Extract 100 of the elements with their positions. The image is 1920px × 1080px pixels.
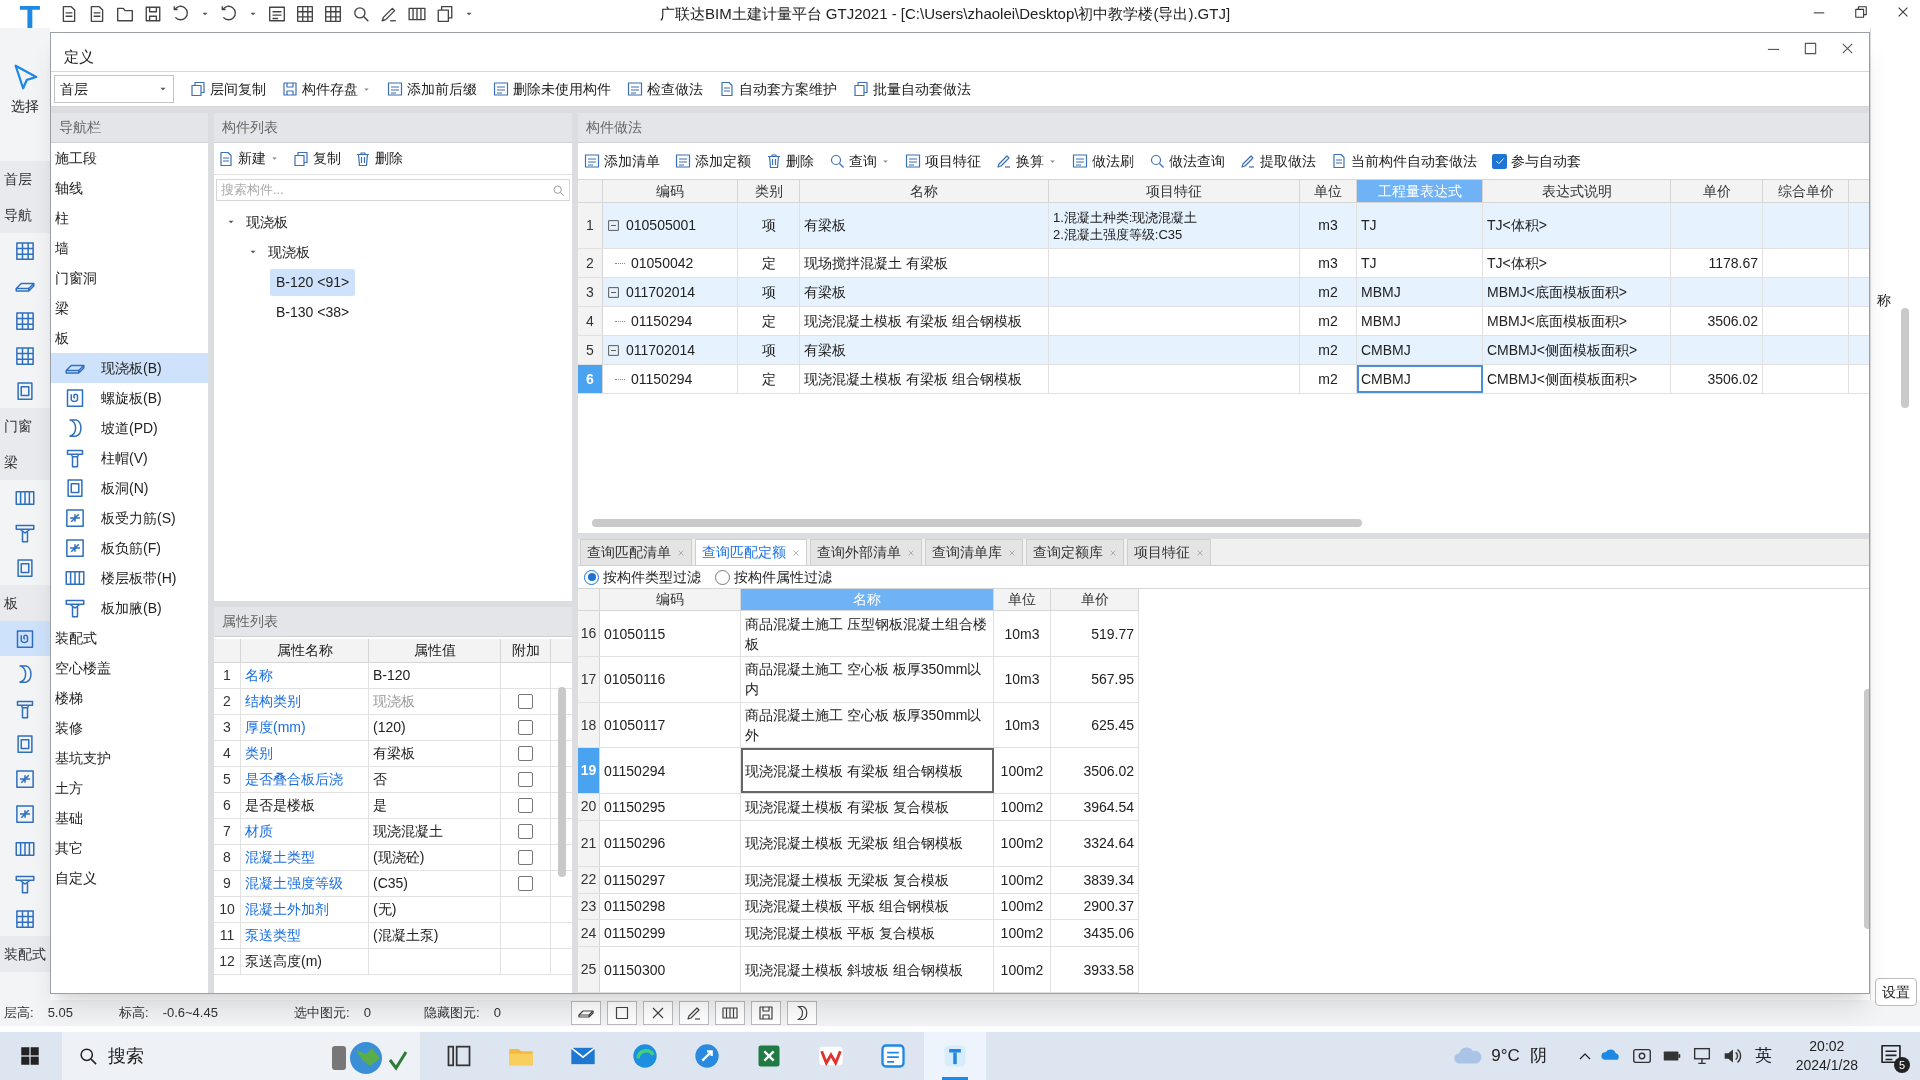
toolbar-button[interactable] [751, 1001, 781, 1025]
tab[interactable]: 查询匹配定额 [695, 539, 807, 565]
row-number[interactable]: 21 [578, 820, 600, 866]
table-row[interactable]: 1 010505001 项 有梁板 1.混凝土种类:现浇混凝土 2.混凝土强度等级:C35 m3 TJ TJ<体积> [578, 203, 1869, 249]
collapse-icon[interactable] [607, 343, 620, 357]
search-field[interactable]: 搜索 [62, 1032, 420, 1080]
table-cell[interactable]: CMBMJ [1357, 365, 1483, 393]
checkbox[interactable] [518, 798, 533, 813]
component-icon[interactable] [15, 522, 35, 543]
column-header[interactable]: 单价 [1671, 180, 1763, 202]
tree-item[interactable]: 现浇板 [240, 208, 294, 236]
toolbar-button[interactable] [787, 1001, 817, 1025]
toolbar-button[interactable] [679, 1001, 709, 1025]
table-row[interactable]: 6 01150294 定 现浇混凝土模板 有梁板 组合钢模板 m2 CMBMJ CMBMJ<侧面模板面积> 3506.02 [578, 365, 1869, 394]
checkbox[interactable] [518, 850, 533, 865]
toolbar-icon[interactable] [436, 5, 454, 23]
row-number[interactable]: 3 [578, 278, 603, 306]
row-number[interactable]: 25 [578, 947, 600, 992]
component-icon[interactable] [15, 803, 35, 824]
toolbar-icon[interactable] [116, 5, 134, 23]
column-header[interactable]: 类别 [738, 180, 800, 202]
tree-item[interactable]: B-120 <91> [270, 268, 356, 296]
checkbox[interactable] [1492, 153, 1507, 169]
row-number[interactable]: 24 [578, 920, 600, 947]
toolbar-button[interactable]: 层间复制 [190, 78, 266, 100]
tab[interactable]: 查询清单库 [925, 539, 1023, 565]
toolbar-button[interactable]: 添加清单 [584, 150, 660, 172]
row-number[interactable]: 20 [578, 794, 600, 820]
nav-item[interactable]: 施工段 [51, 143, 208, 173]
table-row[interactable]: 3 011702014 项 有梁板 m2 MBMJ MBMJ<底面模板面积> [578, 278, 1869, 307]
toolbar-button[interactable]: 提取做法 [1240, 150, 1316, 172]
toolbar-icon[interactable] [324, 5, 342, 23]
tab[interactable]: 项目特征 [1127, 539, 1211, 565]
row-number[interactable]: 23 [578, 893, 600, 920]
nav-item[interactable]: 装配式 [51, 623, 208, 653]
toolbar-icon[interactable] [296, 5, 314, 23]
component-icon[interactable] [15, 380, 35, 401]
nav-item[interactable]: 空心楼盖 [51, 653, 208, 683]
tree-item[interactable]: B-130 <38> [270, 298, 356, 326]
toolbar-icon[interactable] [380, 5, 398, 23]
nav-item[interactable]: 板负筋(F) [51, 533, 208, 563]
checkbox[interactable] [518, 746, 533, 761]
component-icon[interactable] [15, 240, 35, 261]
checkbox[interactable] [518, 694, 533, 709]
component-icon[interactable] [15, 310, 35, 331]
collapse-icon[interactable] [607, 219, 620, 232]
toolbar-button[interactable]: 添加前后缀 [387, 78, 477, 100]
toolbar-icon[interactable] [60, 5, 78, 23]
row-number[interactable]: 1 [578, 203, 603, 248]
row-number[interactable]: 5 [578, 336, 603, 364]
nav-item[interactable]: 现浇板(B) [51, 353, 208, 383]
column-header[interactable]: 综合单价 [1763, 180, 1849, 202]
nav-item[interactable]: 楼层板带(H) [51, 563, 208, 593]
collapse-icon[interactable] [607, 285, 620, 299]
component-icon[interactable] [15, 733, 35, 754]
toolbar-button[interactable]: 批量自动套做法 [853, 78, 971, 100]
toolbar-icon[interactable] [220, 5, 238, 23]
toolbar-icon[interactable] [88, 5, 106, 23]
toolbar-button[interactable]: 自动套方案维护 [719, 78, 837, 100]
toolbar-button[interactable]: 添加定额 [675, 150, 751, 172]
toolbar-button[interactable]: 当前构件自动套做法 [1331, 150, 1477, 172]
component-icon[interactable] [15, 908, 35, 929]
property-link[interactable]: 材质 [241, 819, 369, 844]
toolbar-icon[interactable] [408, 5, 426, 23]
input-method[interactable]: 英 [1754, 1043, 1772, 1069]
nav-item[interactable]: 板受力筋(S) [51, 503, 208, 533]
floor-dropdown[interactable]: 首层 [54, 75, 174, 103]
toolbar-button[interactable]: 新建 [218, 148, 279, 169]
column-header[interactable]: 名称 [800, 180, 1049, 202]
scrollbar[interactable] [1901, 308, 1909, 408]
component-icon[interactable] [15, 557, 35, 578]
property-link[interactable]: 是否叠合板后浇 [241, 767, 369, 792]
nav-item[interactable]: 基坑支护 [51, 743, 208, 773]
toolbar-button[interactable]: 换算 [996, 150, 1057, 172]
component-icon[interactable] [15, 628, 35, 649]
property-link[interactable]: 混凝土外加剂 [241, 897, 369, 922]
maximize-icon[interactable] [1803, 41, 1818, 56]
row-number[interactable]: 2 [578, 249, 603, 277]
toolbar-icon[interactable] [172, 5, 190, 23]
nav-item[interactable]: 自定义 [51, 863, 208, 893]
table-cell[interactable]: 现浇混凝土模板 有梁板 组合钢模板 [741, 748, 994, 793]
component-icon[interactable] [15, 873, 35, 894]
property-link[interactable]: 名称 [241, 663, 369, 688]
toolbar-button[interactable] [643, 1001, 673, 1025]
restore-icon[interactable] [1854, 5, 1868, 19]
start-icon[interactable] [20, 1046, 40, 1066]
component-icon[interactable] [15, 698, 35, 719]
checkbox[interactable] [518, 876, 533, 891]
column-header[interactable]: 编码 [603, 180, 738, 202]
nav-item[interactable]: 柱 [51, 203, 208, 233]
property-link[interactable]: 泵送类型 [241, 923, 369, 948]
nav-item[interactable]: 基础 [51, 803, 208, 833]
toolbar-button[interactable]: 做法刷 [1072, 150, 1134, 172]
settings-button[interactable]: 设置 [1875, 978, 1917, 1006]
nav-item[interactable]: 坡道(PD) [51, 413, 208, 443]
toolbar-icon[interactable] [268, 5, 286, 23]
checkbox[interactable] [518, 824, 533, 839]
scrollbar[interactable] [558, 687, 566, 877]
row-number[interactable]: 16 [578, 611, 600, 656]
scrollbar[interactable] [592, 519, 1362, 527]
